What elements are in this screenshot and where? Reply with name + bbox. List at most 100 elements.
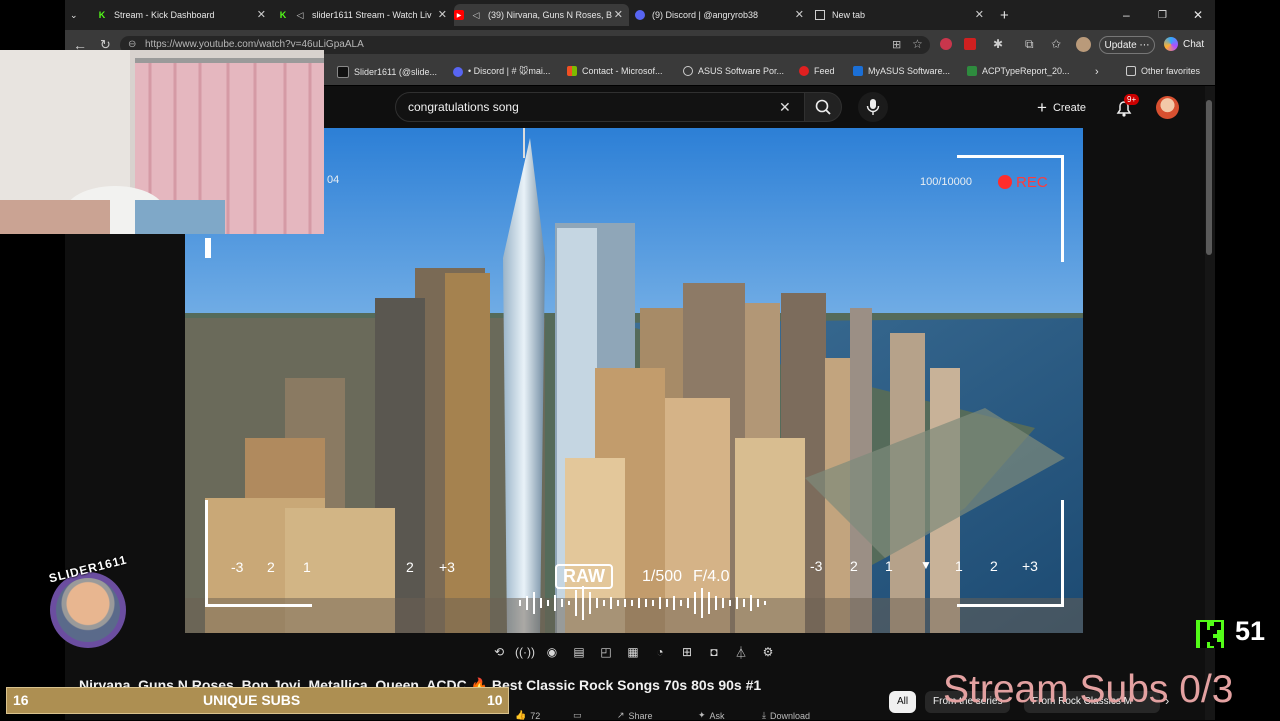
favorite-item[interactable]: MyASUS Software... <box>853 66 950 76</box>
scale-tick-label: 1 <box>955 558 963 574</box>
tab-kick-dashboard[interactable]: K Stream - Kick Dashboard ✕ <box>97 4 272 26</box>
tab-title: New tab <box>832 10 866 20</box>
add-clip-icon[interactable]: ⊞ <box>678 643 696 661</box>
eye-icon[interactable]: ◉ <box>543 643 561 661</box>
app-available-icon[interactable]: ⊞ <box>892 38 901 51</box>
film-icon[interactable]: ▤ <box>570 643 588 661</box>
favorite-item[interactable]: Slider1611 (@slide... <box>337 66 437 78</box>
discord-icon <box>635 10 645 20</box>
other-favorites-label: Other favorites <box>1141 66 1201 76</box>
scale-tick-label: +3 <box>439 559 455 575</box>
speaker-icon: ◁ <box>296 9 304 20</box>
extension-icon[interactable] <box>940 38 952 50</box>
audio-icon[interactable]: ((·)) <box>515 643 535 661</box>
exposure-scale-left: -3 2 1 2 +3 <box>231 559 455 575</box>
speaker-muted-icon: ◁ <box>472 9 480 20</box>
folder-icon <box>1126 66 1136 76</box>
gear-icon[interactable]: ⚙ <box>759 643 777 661</box>
close-icon[interactable]: ✕ <box>438 8 447 21</box>
download-button[interactable]: ⤓ Download <box>762 710 810 721</box>
tab-title: Stream - Kick Dashboard <box>114 10 215 20</box>
globe-icon <box>683 66 693 76</box>
plus-icon: + <box>1037 98 1047 117</box>
close-window-button[interactable]: ✕ <box>1193 4 1207 26</box>
scale-tick-label: -3 <box>231 559 244 575</box>
kick-icon: K <box>98 10 106 20</box>
loop-icon[interactable]: ⟲ <box>490 643 508 661</box>
search-input[interactable]: congratulations song ✕ <box>395 92 805 122</box>
profile-avatar[interactable] <box>1076 37 1091 52</box>
search-button[interactable] <box>804 92 842 122</box>
tab-title: (39) Nirvana, Guns N Roses, B <box>488 10 613 20</box>
new-tab-button[interactable]: + <box>1000 4 1016 26</box>
tab-search-button[interactable]: ⌄ <box>70 4 90 26</box>
share-button[interactable]: ↗ Share <box>617 710 653 721</box>
speedometer-icon[interactable]: ◔ <box>651 643 669 661</box>
other-favorites[interactable]: Other favorites <box>1126 66 1200 76</box>
tab-new-tab[interactable]: New tab ✕ <box>815 4 990 26</box>
favorite-item[interactable]: Feed <box>799 66 835 76</box>
scale-tick-label: -3 <box>810 558 823 574</box>
dislike-button[interactable]: ▭ <box>573 710 582 721</box>
favorite-item[interactable]: • Discord | # 🐭mai... <box>453 66 550 77</box>
voice-search-button[interactable] <box>858 92 888 122</box>
notifications-button[interactable]: 9+ <box>1114 94 1140 118</box>
scale-tick-label: 2 <box>990 558 998 574</box>
close-icon[interactable]: ✕ <box>614 8 623 21</box>
streamer-badge: SLIDER1611 <box>44 553 136 650</box>
rec-indicator: REC <box>1016 174 1048 191</box>
scale-tick-label: 2 <box>850 558 858 574</box>
camera-icon[interactable]: ◘ <box>705 643 723 661</box>
favorite-label: Slider1611 (@slide... <box>354 67 438 77</box>
favorite-item[interactable]: ACPTypeReport_20... <box>967 66 1070 76</box>
update-button[interactable]: Update ⋯ <box>1099 36 1155 54</box>
close-icon[interactable]: ✕ <box>257 8 266 21</box>
extension-icon[interactable] <box>964 38 976 50</box>
audio-waveform <box>519 586 766 620</box>
favorite-star-icon[interactable]: ☆ <box>912 37 923 51</box>
ask-button[interactable]: ✦ Ask <box>698 710 725 721</box>
tab-kick-stream[interactable]: K ◁ slider1611 Stream - Watch Liv ✕ <box>278 4 453 26</box>
flask-icon[interactable]: ⏃ <box>732 643 750 661</box>
extensions-puzzle-icon[interactable]: ✱ <box>993 37 1003 51</box>
favorite-label: ACPTypeReport_20... <box>982 66 1070 76</box>
favorite-item[interactable]: Contact - Microsof... <box>567 66 663 76</box>
unique-subs-label: UNIQUE SUBS <box>203 692 301 708</box>
notification-badge: 9+ <box>1124 94 1140 105</box>
myasus-icon <box>853 66 863 76</box>
minimize-button[interactable]: – <box>1123 4 1137 26</box>
favorites-more-button[interactable]: › <box>1095 66 1099 78</box>
tab-discord[interactable]: (9) Discord | @angryrob38 ✕ <box>635 4 810 26</box>
like-button[interactable]: 👍 72 <box>515 710 540 721</box>
close-icon[interactable]: ✕ <box>795 8 804 21</box>
create-button[interactable]: + Create <box>1037 98 1086 118</box>
favorite-item[interactable]: ASUS Software Por... <box>683 66 784 76</box>
share-icon: ↗ <box>617 710 625 720</box>
split-screen-icon[interactable]: ⧉ <box>1025 37 1034 52</box>
microphone-icon <box>866 99 880 115</box>
clear-search-icon[interactable]: ✕ <box>779 93 791 121</box>
account-avatar[interactable] <box>1156 96 1179 119</box>
close-icon: ✕ <box>1193 8 1204 22</box>
grid-icon[interactable]: ▦ <box>624 643 642 661</box>
chip-all[interactable]: All <box>889 691 917 713</box>
tab-strip: ⌄ K Stream - Kick Dashboard ✕ K ◁ slider… <box>65 0 1215 30</box>
scrollbar-thumb[interactable] <box>1206 100 1212 255</box>
url-text: https://www.youtube.com/watch?v=46uLiGpa… <box>145 39 364 50</box>
shutter-speed: 1/500 <box>642 568 683 585</box>
favorite-label: MyASUS Software... <box>868 66 951 76</box>
close-icon[interactable]: ✕ <box>975 8 984 21</box>
plus-icon: + <box>1000 6 1009 24</box>
kick-logo-icon <box>1196 620 1224 650</box>
copilot-chat-button[interactable]: Chat <box>1164 37 1204 51</box>
sheet-icon <box>967 66 977 76</box>
scale-tick-label: 2 <box>406 559 414 575</box>
sparkle-icon: ✦ <box>698 710 706 720</box>
thumbs-up-icon: 👍 <box>515 710 527 720</box>
restore-button[interactable]: ❐ <box>1158 4 1172 26</box>
tab-youtube[interactable]: ▶ ◁ (39) Nirvana, Guns N Roses, B ✕ <box>454 4 629 26</box>
favorite-label: • Discord | # 🐭mai... <box>468 66 551 76</box>
viewfinder-corner <box>957 500 1064 607</box>
resize-icon[interactable]: ◰ <box>597 643 615 661</box>
favorites-icon[interactable]: ✩ <box>1051 37 1061 51</box>
